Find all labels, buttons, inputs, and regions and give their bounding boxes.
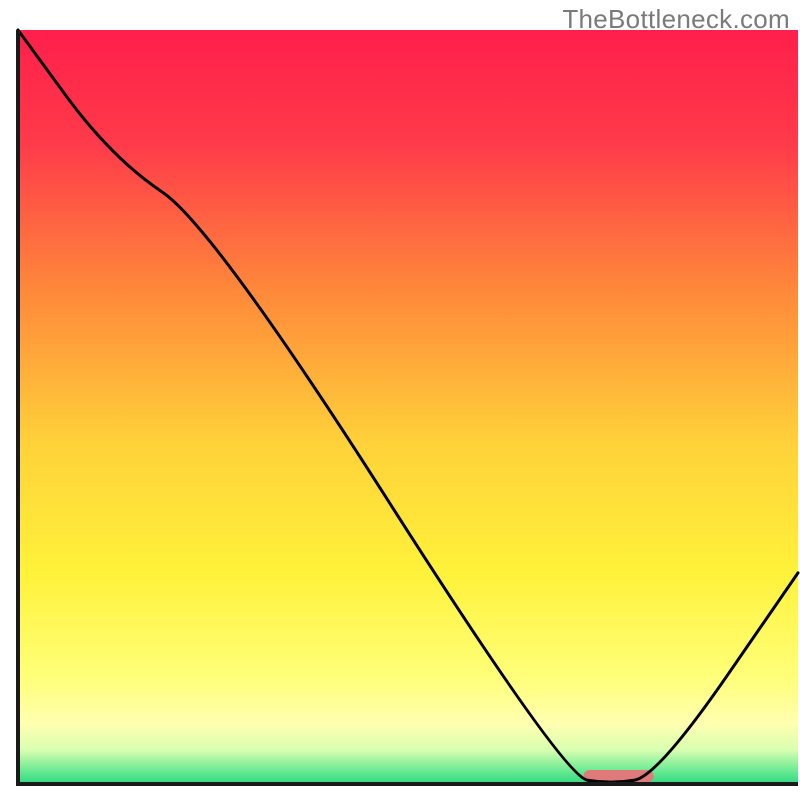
bottleneck-chart [0,0,800,800]
watermark-text: TheBottleneck.com [562,4,790,35]
gradient-background [18,30,798,784]
